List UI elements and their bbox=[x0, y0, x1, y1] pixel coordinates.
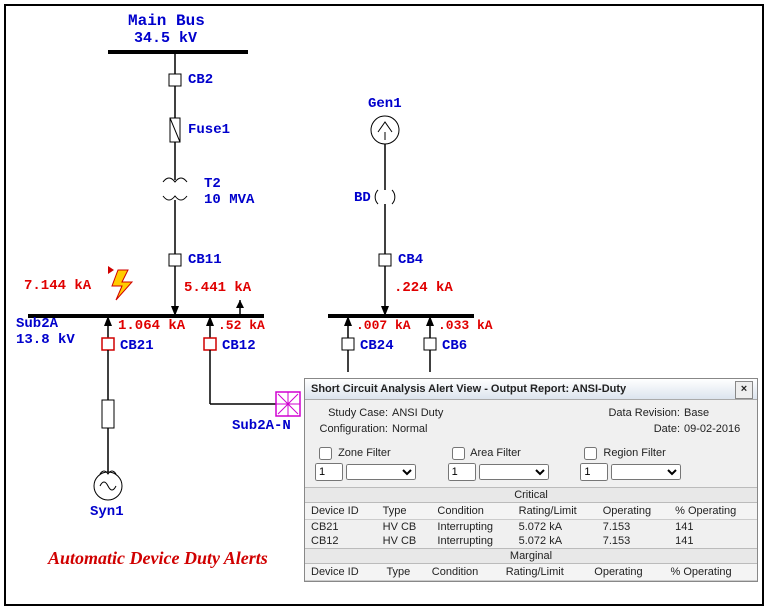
area-filter-lbl: Area Filter bbox=[470, 447, 521, 459]
main-bus-name: Main Bus bbox=[128, 12, 205, 30]
main-bus-kv: 34.5 kV bbox=[134, 30, 197, 47]
zone-filter-num[interactable] bbox=[315, 463, 343, 481]
cb21-label: CB21 bbox=[120, 338, 154, 354]
table-row[interactable]: CB12 HV CB Interrupting 5.072 kA 7.153 1… bbox=[305, 534, 757, 548]
date-lbl: Date: bbox=[514, 422, 681, 436]
marginal-table: Device ID Type Condition Rating/Limit Op… bbox=[305, 564, 757, 581]
cb11-label: CB11 bbox=[188, 252, 222, 268]
i-cb24: .007 kA bbox=[356, 318, 411, 333]
date-val: 09-02-2016 bbox=[683, 422, 745, 436]
config-lbl: Configuration: bbox=[317, 422, 389, 436]
alert-window: Short Circuit Analysis Alert View - Outp… bbox=[304, 378, 758, 582]
t2-mva: 10 MVA bbox=[204, 192, 254, 208]
col-oper[interactable]: Operating bbox=[597, 503, 669, 520]
zone-filter-check[interactable]: Zone Filter bbox=[315, 447, 391, 459]
sub2a-kv: 13.8 kV bbox=[16, 332, 75, 348]
col-pct[interactable]: % Operating bbox=[669, 503, 757, 520]
alert-titlebar[interactable]: Short Circuit Analysis Alert View - Outp… bbox=[305, 379, 757, 400]
zone-filter-lbl: Zone Filter bbox=[338, 447, 391, 459]
fault-icon bbox=[108, 266, 132, 300]
cb12-label: CB12 bbox=[222, 338, 256, 354]
close-icon[interactable]: × bbox=[735, 381, 753, 399]
fault-ka: 7.144 kA bbox=[24, 278, 91, 294]
area-filter-select[interactable] bbox=[479, 464, 549, 480]
col-rating[interactable]: Rating/Limit bbox=[513, 503, 597, 520]
data-rev-lbl: Data Revision: bbox=[514, 406, 681, 420]
zone-filter-select[interactable] bbox=[346, 464, 416, 480]
caption: Automatic Device Duty Alerts bbox=[48, 548, 268, 569]
region-filter-num[interactable] bbox=[580, 463, 608, 481]
i-cb6: .033 kA bbox=[438, 318, 493, 333]
sub2a-n-label: Sub2A-N bbox=[232, 418, 291, 434]
critical-header: Critical bbox=[305, 487, 757, 503]
fuse1-label: Fuse1 bbox=[188, 122, 230, 138]
critical-table: Device ID Type Condition Rating/Limit Op… bbox=[305, 503, 757, 548]
i-cb21: 1.064 kA bbox=[118, 318, 185, 334]
marginal-header: Marginal bbox=[305, 548, 757, 564]
area-filter-check[interactable]: Area Filter bbox=[448, 447, 521, 459]
cb24-label: CB24 bbox=[360, 338, 394, 354]
study-case-lbl: Study Case: bbox=[317, 406, 389, 420]
alert-title: Short Circuit Analysis Alert View - Outp… bbox=[311, 383, 626, 395]
syn1-label: Syn1 bbox=[90, 504, 124, 520]
gen1-label: Gen1 bbox=[368, 96, 402, 112]
cb2-label: CB2 bbox=[188, 72, 213, 88]
col-device[interactable]: Device ID bbox=[305, 503, 377, 520]
i-cb4: .224 kA bbox=[394, 280, 453, 296]
sub2a-name: Sub2A bbox=[16, 316, 58, 332]
region-filter-lbl: Region Filter bbox=[603, 447, 665, 459]
t2-name: T2 bbox=[204, 176, 221, 192]
region-filter-select[interactable] bbox=[611, 464, 681, 480]
region-filter-check[interactable]: Region Filter bbox=[580, 447, 665, 459]
i-cb11: 5.441 kA bbox=[184, 280, 251, 296]
area-filter-num[interactable] bbox=[448, 463, 476, 481]
data-rev-val: Base bbox=[683, 406, 745, 420]
config-val: Normal bbox=[391, 422, 512, 436]
bd-label: BD bbox=[354, 190, 371, 206]
col-cond[interactable]: Condition bbox=[431, 503, 512, 520]
cb6-label: CB6 bbox=[442, 338, 467, 354]
cb4-label: CB4 bbox=[398, 252, 423, 268]
table-row[interactable]: CB21 HV CB Interrupting 5.072 kA 7.153 1… bbox=[305, 520, 757, 535]
i-cb12: .52 kA bbox=[218, 318, 265, 333]
col-type[interactable]: Type bbox=[377, 503, 432, 520]
study-case-val: ANSI Duty bbox=[391, 406, 512, 420]
